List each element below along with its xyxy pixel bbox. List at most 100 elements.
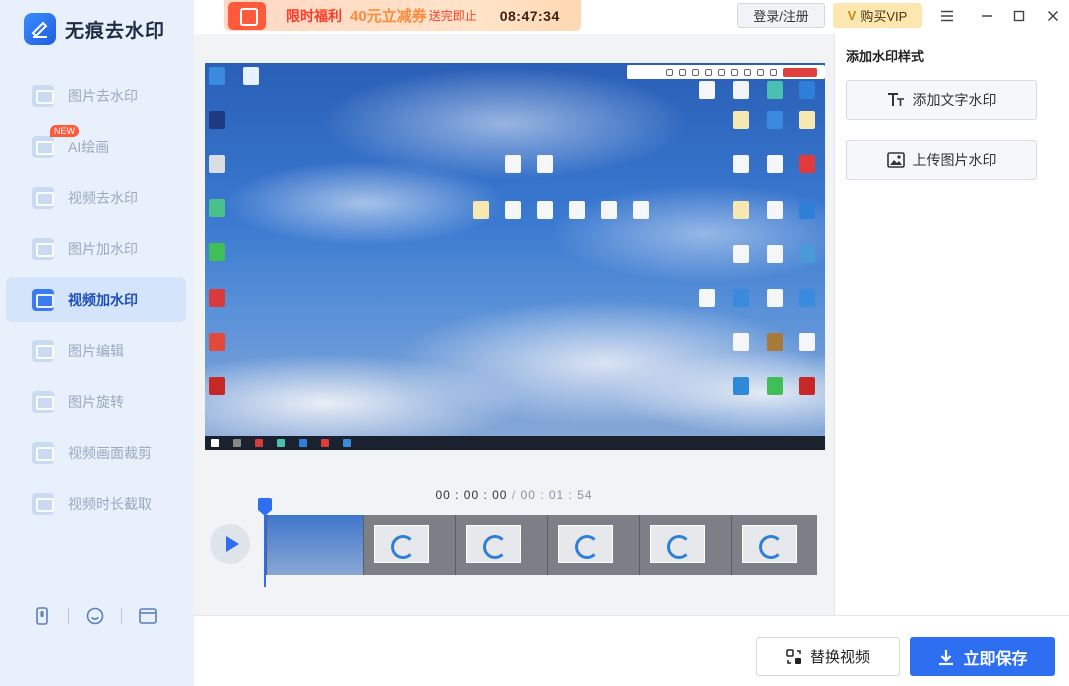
sidebar-item-video-remove-watermark[interactable]: 视频去水印 — [6, 175, 186, 220]
image-rotate-icon — [32, 390, 54, 413]
video-frame-icon — [569, 201, 585, 219]
timeline-frame — [547, 515, 639, 575]
sidebar-item-label: 视频去水印 — [68, 189, 138, 206]
text-icon — [887, 92, 905, 108]
sidebar-item-image-add-watermark[interactable]: 图片加水印 — [6, 226, 186, 271]
video-frame-icon — [799, 377, 815, 395]
video-frame-icon — [733, 81, 749, 99]
promo-note: 送完即止 — [428, 9, 477, 23]
video-frame-icon — [733, 377, 749, 395]
video-frame-icon — [733, 111, 749, 129]
video-frame-icon — [209, 199, 225, 217]
close-icon[interactable] — [1042, 5, 1064, 27]
video-frame-icon — [505, 201, 521, 219]
video-frame-icon — [733, 201, 749, 219]
video-crop-icon — [32, 441, 54, 464]
video-frame-icon — [633, 201, 649, 219]
video-frame-icon — [537, 201, 553, 219]
phone-icon[interactable] — [32, 606, 52, 626]
toolbar-glyph — [718, 68, 725, 76]
upload-image-watermark-label: 上传图片水印 — [912, 152, 997, 168]
sidebar-item-image-edit[interactable]: 图片编辑 — [6, 328, 186, 373]
video-frame-icon — [767, 111, 783, 129]
promo-title: 限时福利 — [286, 7, 342, 24]
sidebar-item-video-trim[interactable]: 视频时长截取 — [6, 481, 186, 526]
video-preview[interactable] — [205, 63, 825, 450]
timeline-frame — [266, 515, 363, 575]
upload-image-watermark-button[interactable]: 上传图片水印 — [846, 140, 1037, 180]
video-frame-icon — [799, 81, 815, 99]
sidebar-item-label: 图片旋转 — [68, 393, 124, 410]
timeline-filmstrip[interactable] — [266, 515, 817, 575]
video-frame-icon — [209, 67, 225, 85]
sidebar-item-label: 图片加水印 — [68, 240, 138, 257]
top-bar: 限时福利 40元立减券 送完即止 08:47:34 登录/注册 V 购买VIP — [194, 0, 1069, 34]
frame-window — [742, 525, 797, 563]
frame-window — [558, 525, 613, 563]
video-frame-icon — [767, 333, 783, 351]
vip-icon: V — [847, 8, 857, 23]
video-frame-icon — [699, 81, 715, 99]
video-frame-icon — [209, 243, 225, 261]
login-register-button[interactable]: 登录/注册 — [737, 3, 825, 28]
replace-video-label: 替换视频 — [809, 649, 870, 666]
sidebar-item-video-crop[interactable]: 视频画面裁剪 — [6, 430, 186, 475]
minimize-icon[interactable] — [976, 5, 998, 27]
menu-icon[interactable] — [936, 5, 958, 27]
video-remove-watermark-icon — [32, 186, 54, 209]
video-frame-icon — [767, 81, 783, 99]
add-text-watermark-button[interactable]: 添加文字水印 — [846, 80, 1037, 120]
frame-window — [374, 525, 429, 563]
frame-window — [466, 525, 521, 563]
window-icon[interactable] — [138, 606, 158, 626]
sidebar: 无痕去水印 图片去水印 NEW AI绘画 视频去水印 图片加水印 视频加水印 图… — [0, 0, 194, 686]
taskbar-glyph — [277, 439, 285, 447]
video-frame-icon — [209, 333, 225, 351]
toolbar-glyph — [692, 68, 699, 76]
timeline-playhead[interactable] — [258, 498, 272, 587]
video-frame-icon — [505, 155, 521, 173]
sidebar-item-label: 视频画面裁剪 — [68, 444, 152, 461]
new-badge: NEW — [50, 125, 79, 137]
video-frame-icon — [799, 111, 815, 129]
play-button[interactable] — [210, 524, 250, 564]
time-separator: / — [511, 488, 517, 502]
replace-video-button[interactable]: 替换视频 — [756, 637, 900, 676]
app-logo-icon — [24, 13, 56, 45]
promo-banner[interactable]: 限时福利 40元立减券 送完即止 08:47:34 — [224, 0, 581, 31]
gift-icon — [228, 1, 266, 30]
timeline-frame — [455, 515, 547, 575]
video-frame-icon — [473, 201, 489, 219]
maximize-icon[interactable] — [1008, 5, 1030, 27]
taskbar-glyph — [299, 439, 307, 447]
image-icon — [886, 152, 905, 168]
sidebar-item-label: 图片去水印 — [68, 87, 138, 104]
video-frame-icon — [799, 289, 815, 307]
sidebar-item-ai-paint[interactable]: NEW AI绘画 — [6, 124, 186, 169]
buy-vip-button[interactable]: V 购买VIP — [833, 3, 922, 28]
toolbar-glyph — [757, 68, 764, 76]
taskbar-glyph — [321, 439, 329, 447]
video-frame-icon — [799, 201, 815, 219]
total-time: 00 : 01 : 54 — [520, 488, 593, 502]
sidebar-item-image-rotate[interactable]: 图片旋转 — [6, 379, 186, 424]
toolbar-glyph — [705, 68, 712, 76]
video-frame-icon — [209, 155, 225, 173]
video-frame-icon — [537, 155, 553, 173]
start-icon — [211, 439, 219, 447]
video-frame-icon — [767, 245, 783, 263]
sidebar-item-video-add-watermark[interactable]: 视频加水印 — [6, 277, 186, 322]
video-trim-icon — [32, 492, 54, 515]
video-frame-icon — [733, 155, 749, 173]
save-now-button[interactable]: 立即保存 — [910, 637, 1055, 676]
save-now-label: 立即保存 — [963, 650, 1028, 668]
video-taskbar — [205, 436, 825, 450]
taskbar-glyph — [343, 439, 351, 447]
promo-timer: 08:47:34 — [499, 7, 560, 24]
image-remove-watermark-icon — [32, 84, 54, 107]
toolbar-glyph — [731, 68, 738, 76]
sidebar-item-image-remove-watermark[interactable]: 图片去水印 — [6, 73, 186, 118]
video-frame-icon — [601, 201, 617, 219]
sidebar-footer — [32, 606, 158, 626]
smiley-icon[interactable] — [85, 606, 105, 626]
